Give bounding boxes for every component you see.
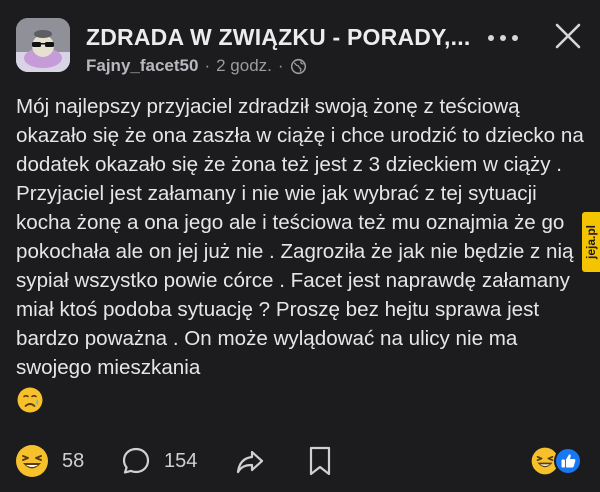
group-avatar[interactable] xyxy=(16,18,70,72)
share-button[interactable] xyxy=(234,438,266,484)
reactions-button[interactable]: 58 xyxy=(14,438,84,484)
comments-count: 154 xyxy=(164,449,198,472)
post-text: Mój najlepszy przyjaciel zdradził swoją … xyxy=(16,95,590,379)
reaction-summary[interactable] xyxy=(530,438,582,484)
site-watermark: jeja.pl xyxy=(582,212,600,272)
meta-separator: · xyxy=(204,56,211,75)
post-time[interactable]: 2 godz. xyxy=(216,56,272,76)
post-meta: Fajny_facet50 · 2 godz. · xyxy=(86,56,307,76)
reactions-count: 58 xyxy=(62,449,85,472)
bookmark-icon xyxy=(309,446,331,476)
group-title[interactable]: ZDRADA W ZWIĄZKU - PORADY,... xyxy=(86,24,476,51)
post-header: ZDRADA W ZWIĄZKU - PORADY,... Fajny_face… xyxy=(0,0,600,92)
post-body: Mój najlepszy przyjaciel zdradził swoją … xyxy=(16,92,586,422)
more-dots-icon xyxy=(488,35,518,41)
close-icon xyxy=(555,23,581,49)
comment-bubble-icon xyxy=(122,447,150,474)
meta-separator: · xyxy=(277,56,284,75)
author-name[interactable]: Fajny_facet50 xyxy=(86,56,198,76)
like-thumb-icon xyxy=(554,447,582,475)
post-actions-bar: 58 154 xyxy=(0,438,600,484)
save-button[interactable] xyxy=(306,438,334,484)
laughing-face-icon xyxy=(16,445,48,477)
watermark-text: jeja.pl xyxy=(584,224,598,260)
more-options-button[interactable] xyxy=(486,26,520,50)
close-button[interactable] xyxy=(552,20,584,52)
globe-icon xyxy=(290,58,306,74)
share-arrow-icon xyxy=(236,450,264,474)
comments-button[interactable]: 154 xyxy=(120,438,197,484)
crying-face-emoji xyxy=(17,387,43,413)
avatar-image xyxy=(16,18,70,72)
